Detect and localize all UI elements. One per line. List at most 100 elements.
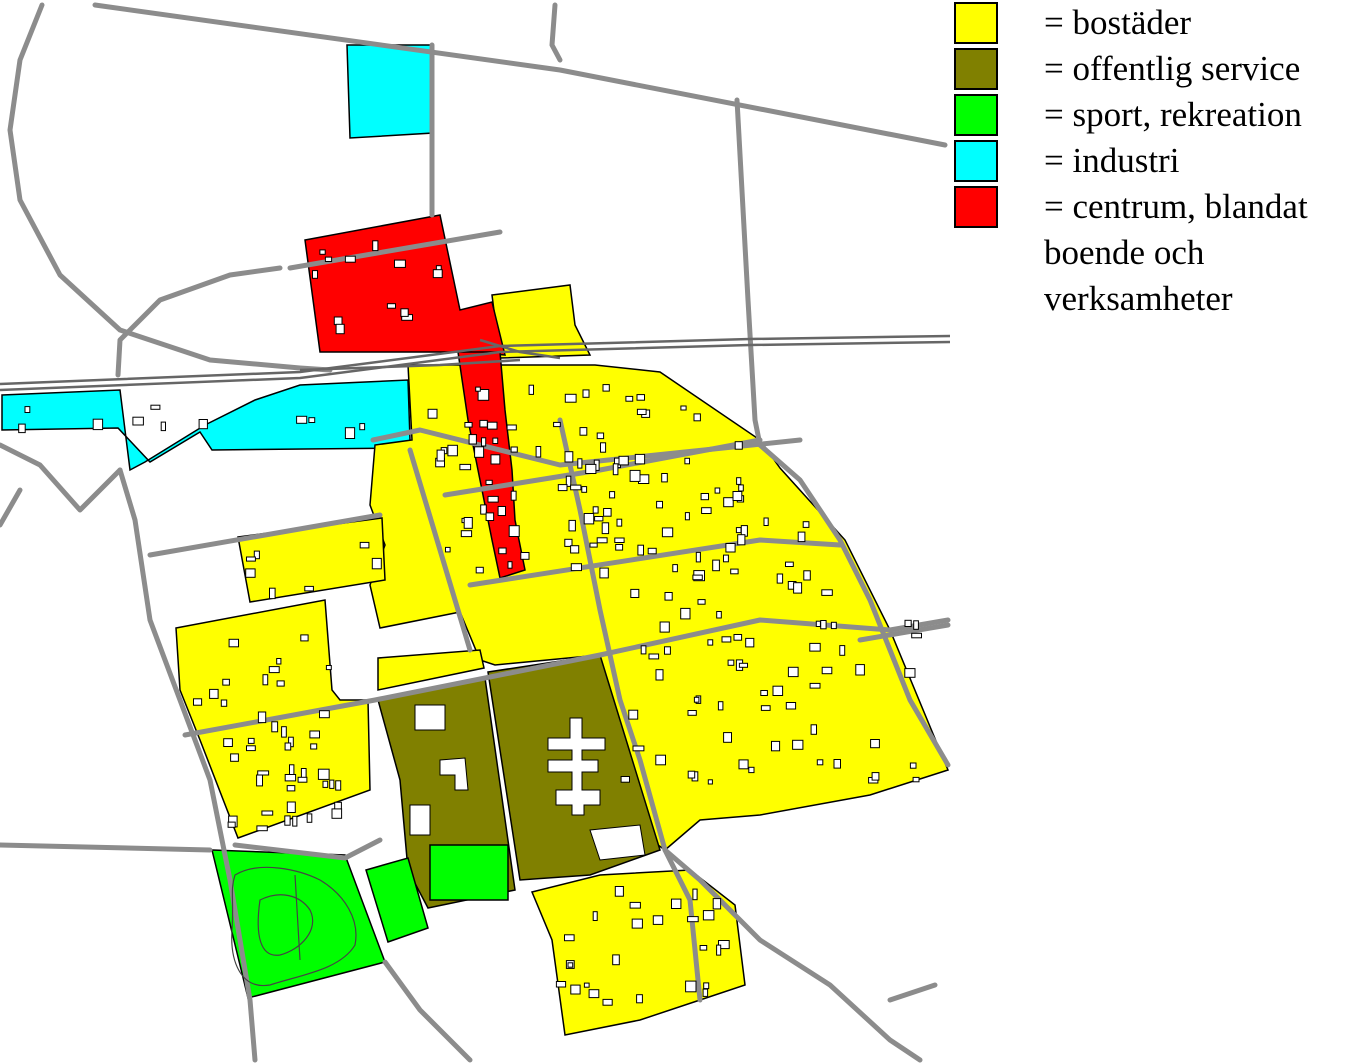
building — [209, 688, 219, 699]
building — [815, 620, 821, 628]
building — [592, 506, 599, 514]
building — [601, 522, 610, 535]
building — [276, 680, 285, 687]
building — [508, 525, 520, 538]
building — [855, 664, 865, 676]
building — [257, 711, 267, 724]
building — [748, 766, 755, 774]
building — [553, 421, 561, 428]
building — [510, 490, 517, 501]
building — [592, 911, 598, 922]
building — [322, 780, 329, 788]
building — [912, 776, 920, 783]
building — [671, 898, 682, 909]
building — [732, 491, 743, 501]
building — [602, 998, 613, 1006]
building — [721, 636, 732, 643]
building — [581, 486, 588, 493]
building — [736, 477, 742, 485]
legend-label-residential: = bostäder — [1044, 3, 1192, 42]
building — [618, 455, 629, 466]
building — [564, 451, 574, 463]
building — [528, 384, 534, 395]
building — [684, 457, 691, 465]
legend-item-centre: = centrum, blandat — [952, 184, 1357, 230]
building — [344, 255, 356, 263]
building — [564, 393, 577, 403]
building — [535, 446, 542, 458]
building — [487, 495, 499, 503]
building — [92, 418, 104, 431]
building — [652, 915, 664, 925]
building — [246, 556, 256, 562]
legend-swatch-industry — [954, 140, 998, 182]
building — [702, 988, 709, 997]
building — [612, 463, 619, 476]
building — [304, 585, 314, 592]
building — [596, 537, 608, 544]
building — [256, 774, 264, 787]
building — [245, 568, 256, 578]
building — [771, 740, 781, 752]
building — [735, 527, 742, 534]
building — [637, 544, 645, 556]
building — [656, 500, 663, 509]
legend-item-sport: = sport, rekreation — [952, 92, 1357, 138]
building — [687, 710, 697, 716]
building — [223, 738, 233, 748]
building — [602, 384, 610, 392]
building — [792, 739, 804, 750]
building — [460, 530, 473, 538]
building — [821, 589, 833, 596]
building — [198, 419, 208, 430]
building — [570, 563, 582, 572]
building — [615, 544, 624, 551]
building — [284, 742, 292, 751]
building — [479, 419, 488, 428]
building — [599, 567, 609, 579]
building — [603, 508, 612, 517]
building — [262, 674, 269, 686]
building — [785, 702, 797, 710]
building — [228, 638, 240, 648]
building — [816, 759, 824, 766]
legend-item-residential: = bostäder — [952, 0, 1357, 46]
building — [738, 662, 749, 668]
building — [300, 634, 309, 642]
map-legend: = bostäder = offentlig service = sport, … — [952, 0, 1357, 318]
building — [636, 394, 645, 401]
building — [712, 559, 720, 572]
legend-continuation-2: verksamheter — [1044, 279, 1233, 318]
building — [714, 487, 721, 494]
building — [620, 776, 630, 783]
legend-item-industry: = industri — [952, 138, 1357, 184]
legend-label-industry: = industri — [1044, 141, 1180, 180]
building — [723, 497, 734, 508]
building — [810, 724, 817, 735]
building — [579, 427, 588, 436]
industry-zone-north — [346, 44, 434, 139]
building — [730, 568, 739, 575]
building — [359, 423, 366, 431]
building — [570, 484, 582, 491]
building — [485, 479, 493, 485]
building — [629, 901, 641, 909]
building — [150, 404, 161, 410]
building — [909, 762, 917, 769]
building — [648, 653, 660, 660]
building — [712, 898, 722, 910]
building — [24, 406, 31, 414]
building — [614, 886, 624, 897]
building — [616, 518, 623, 527]
building — [596, 432, 605, 440]
building — [680, 405, 687, 411]
building — [261, 810, 274, 816]
building — [738, 759, 749, 770]
building — [481, 437, 487, 447]
building — [246, 745, 256, 752]
building — [447, 444, 458, 457]
building — [632, 745, 645, 752]
building — [716, 944, 722, 956]
legend-label-public-service: = offentlig service — [1044, 49, 1301, 88]
building — [464, 422, 473, 428]
